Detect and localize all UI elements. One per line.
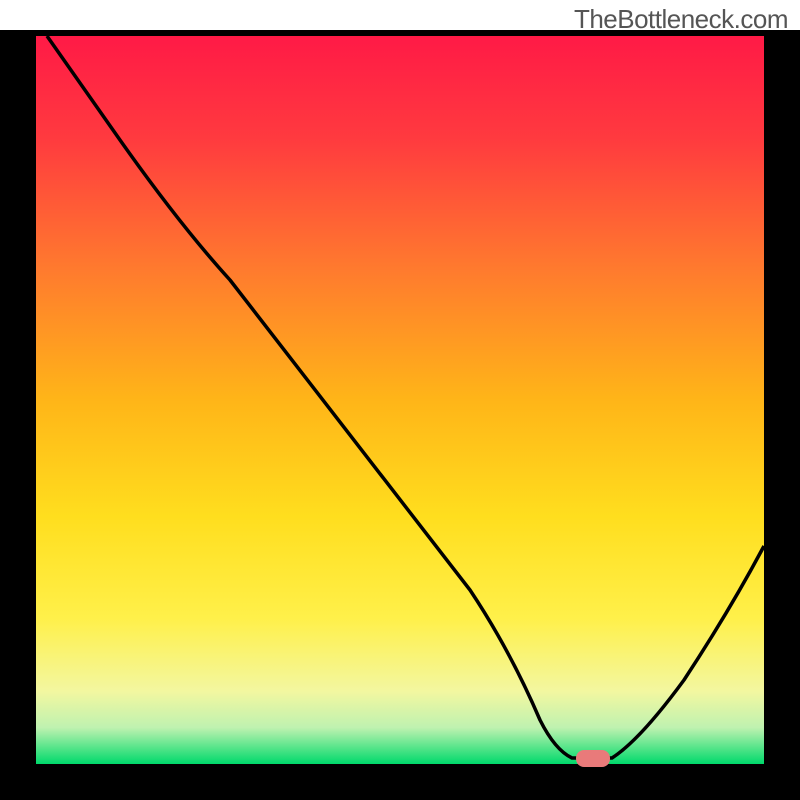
optimal-marker: [576, 750, 610, 767]
bottleneck-chart: [0, 0, 800, 800]
watermark-text: TheBottleneck.com: [574, 4, 788, 35]
plot-area: [36, 36, 764, 764]
chart-container: TheBottleneck.com: [0, 0, 800, 800]
